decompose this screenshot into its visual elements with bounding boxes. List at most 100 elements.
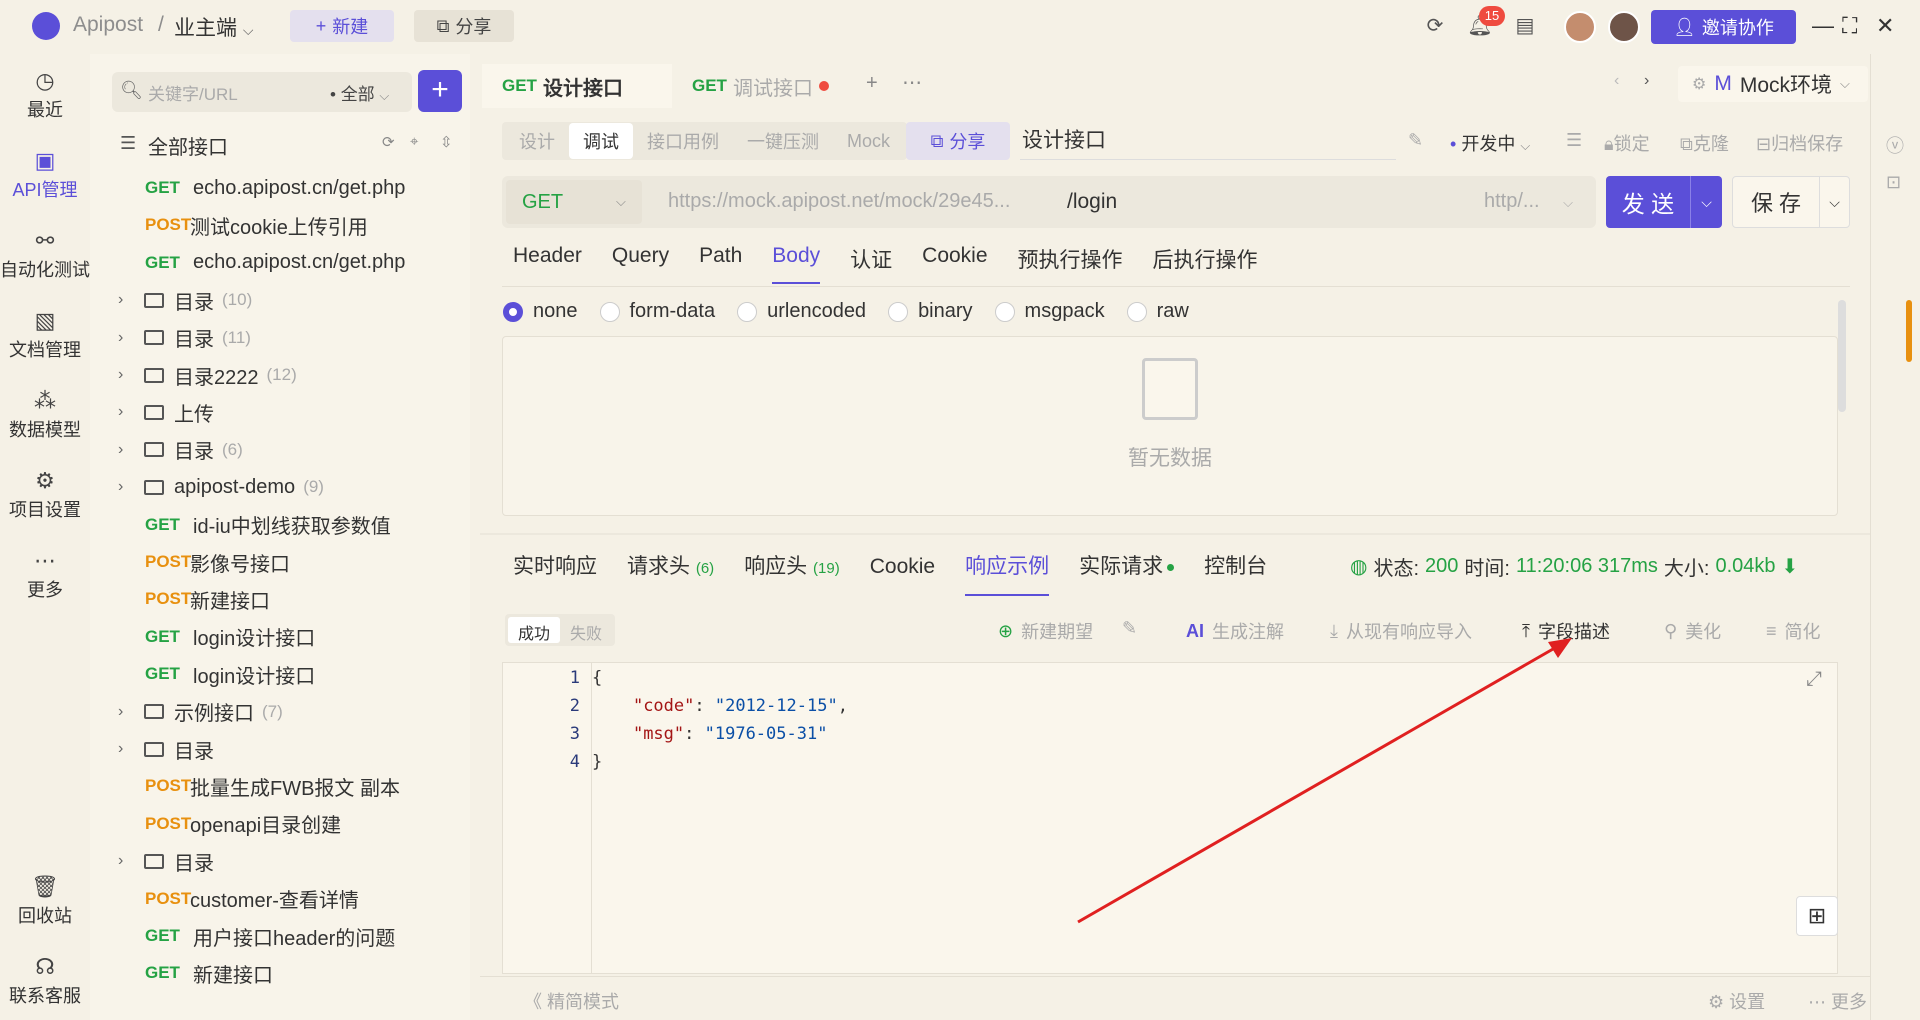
chevron-right-icon[interactable]: ›: [118, 441, 144, 459]
tab-more-icon[interactable]: ⋯: [902, 70, 922, 95]
beautify-button[interactable]: ⚲ 美化: [1664, 618, 1721, 644]
radio-none[interactable]: none: [503, 300, 578, 323]
tab-next-icon[interactable]: ›: [1644, 72, 1649, 90]
protocol-select[interactable]: http/... ⌵: [1484, 190, 1573, 213]
maximize-icon[interactable]: ⛶: [1842, 13, 1857, 39]
simplify-button[interactable]: ≡ 简化: [1766, 618, 1821, 644]
tree-api-item[interactable]: GET echo.apipost.cn/get.php: [145, 245, 405, 281]
tab-body[interactable]: Body: [772, 244, 821, 284]
chevron-right-icon[interactable]: ›: [118, 291, 144, 309]
invite-button[interactable]: 👤︎ 邀请协作: [1651, 10, 1796, 44]
tree-api-item[interactable]: POST 测试cookie上传引用: [145, 207, 368, 243]
nav-data-model[interactable]: ⁂ 数据模型: [0, 388, 90, 442]
radio-urlencoded[interactable]: urlencoded: [737, 300, 866, 323]
settings-button[interactable]: ⚙ 设置: [1708, 988, 1765, 1014]
nav-support[interactable]: ☊ 联系客服: [0, 954, 90, 1008]
clone-button[interactable]: ⧉克隆: [1680, 130, 1729, 156]
archive-button[interactable]: ⊟归档保存: [1756, 130, 1843, 156]
code-icon[interactable]: ⊡: [1886, 172, 1901, 193]
tree-api-item[interactable]: GET 用户接口header的问题: [145, 918, 395, 954]
chevron-right-icon[interactable]: ›: [118, 703, 144, 721]
more-button[interactable]: ⋯ 更多: [1808, 988, 1867, 1014]
locate-icon[interactable]: ⌖: [410, 133, 418, 150]
radio-msgpack[interactable]: msgpack: [994, 300, 1105, 323]
interface-name-input[interactable]: 设计接口: [1020, 122, 1396, 160]
tree-api-item[interactable]: POST 影像号接口: [145, 544, 290, 580]
tree-api-item[interactable]: POST 新建接口: [145, 581, 270, 617]
refresh-icon[interactable]: ⟳: [382, 133, 395, 151]
nav-api-management[interactable]: ▣ API管理: [0, 148, 90, 202]
lock-button[interactable]: 🔒︎锁定: [1604, 130, 1650, 156]
tab-header[interactable]: Header: [513, 244, 582, 284]
tab-success[interactable]: 成功: [508, 617, 561, 643]
new-button[interactable]: + 新建: [290, 10, 394, 42]
expand-collapse-icon[interactable]: ⇳: [440, 133, 453, 151]
tree-folder-item[interactable]: › 示例接口 (7): [118, 694, 283, 730]
save-button[interactable]: 保 存 ⌵: [1732, 176, 1850, 228]
tab-failure[interactable]: 失败: [560, 617, 612, 643]
nav-project-settings[interactable]: ⚙ 项目设置: [0, 468, 90, 522]
tree-api-item[interactable]: GET login设计接口: [145, 656, 315, 692]
radio-binary[interactable]: binary: [888, 300, 973, 323]
chevron-right-icon[interactable]: ›: [118, 478, 144, 496]
chevron-right-icon[interactable]: ›: [118, 366, 144, 384]
mode-tab-debug[interactable]: 调试: [569, 123, 633, 159]
history-icon[interactable]: ⓥ: [1886, 132, 1904, 158]
chevron-right-icon[interactable]: ›: [118, 403, 144, 421]
tree-folder-item[interactable]: › 目录 (10): [118, 282, 252, 318]
tree-api-item[interactable]: POST 批量生成FWB报文 副本: [145, 768, 400, 804]
field-description-button[interactable]: ⤒ 字段描述: [1522, 618, 1610, 644]
tree-folder-item[interactable]: › 目录: [118, 731, 214, 767]
align-icon[interactable]: ☰: [1566, 130, 1582, 151]
radio-raw[interactable]: raw: [1126, 300, 1189, 323]
share-api-button[interactable]: ⧉ 分享: [906, 122, 1010, 160]
chevron-right-icon[interactable]: ›: [118, 329, 144, 347]
tab-response-example[interactable]: 响应示例: [965, 550, 1050, 596]
tree-folder-item[interactable]: › apipost-demo (9): [118, 469, 324, 505]
mode-tab-mock[interactable]: Mock: [833, 126, 904, 157]
tree-root-all-apis[interactable]: 全部接口: [148, 131, 228, 160]
chevron-down-icon[interactable]: ⌵: [1819, 177, 1849, 227]
tree-folder-item[interactable]: › 目录: [118, 843, 214, 879]
scroll-indicator[interactable]: [1906, 300, 1912, 362]
tab-console[interactable]: 控制台: [1204, 550, 1267, 580]
tab-auth[interactable]: 认证: [850, 244, 892, 284]
tab-prev-icon[interactable]: ‹: [1614, 72, 1619, 90]
import-from-response-button[interactable]: ⤓ 从现有响应导入: [1330, 618, 1472, 644]
mode-tab-stress[interactable]: 一键压测: [733, 123, 833, 159]
tab-pre-script[interactable]: 预执行操作: [1018, 244, 1123, 284]
radio-form-data[interactable]: form-data: [599, 300, 715, 323]
download-icon[interactable]: ⬇: [1782, 554, 1799, 579]
avatar[interactable]: [1564, 11, 1596, 43]
environment-select[interactable]: ⚙ M Mock环境 ⌵: [1678, 66, 1868, 102]
mode-tab-design[interactable]: 设计: [505, 123, 569, 159]
add-tab-icon[interactable]: +: [866, 72, 878, 95]
nav-trash[interactable]: 🗑︎ 回收站: [0, 874, 90, 928]
method-select[interactable]: GET ⌵: [506, 180, 642, 224]
tree-folder-item[interactable]: › 目录 (11): [118, 320, 251, 356]
tree-folder-item[interactable]: › 目录 (6): [118, 432, 243, 468]
tab-cookie[interactable]: Cookie: [922, 244, 987, 284]
tab-path[interactable]: Path: [699, 244, 742, 284]
panel-divider[interactable]: [480, 533, 1870, 535]
project-selector[interactable]: 业主端 ⌵: [174, 12, 253, 42]
notes-icon[interactable]: ▤: [1512, 13, 1538, 39]
tab-response-headers[interactable]: 响应头 (19): [744, 550, 840, 580]
tab-query[interactable]: Query: [612, 244, 669, 284]
tree-api-item[interactable]: POST openapi目录创建: [145, 806, 341, 842]
base-url[interactable]: https://mock.apipost.net/mock/29e45...: [668, 190, 1010, 213]
tab-post-script[interactable]: 后执行操作: [1153, 244, 1258, 284]
tree-folder-item[interactable]: › 上传: [118, 394, 214, 430]
chevron-right-icon[interactable]: ›: [118, 852, 144, 870]
tree-api-item[interactable]: GET id-iu中划线获取参数值: [145, 507, 391, 543]
tree-api-item[interactable]: GET echo.apipost.cn/get.php: [145, 170, 405, 206]
nav-more[interactable]: ⋯ 更多: [0, 548, 90, 602]
chevron-right-icon[interactable]: ›: [118, 740, 144, 758]
add-api-button[interactable]: +: [418, 70, 462, 112]
mode-tab-cases[interactable]: 接口用例: [633, 123, 733, 159]
tab-debug-api[interactable]: GET 调试接口: [672, 64, 864, 108]
nav-recent[interactable]: ◷ 最近: [0, 68, 90, 122]
tab-design-api[interactable]: GET 设计接口: [482, 64, 672, 108]
tab-cookie-response[interactable]: Cookie: [870, 555, 935, 579]
scrollbar[interactable]: [1838, 300, 1846, 412]
